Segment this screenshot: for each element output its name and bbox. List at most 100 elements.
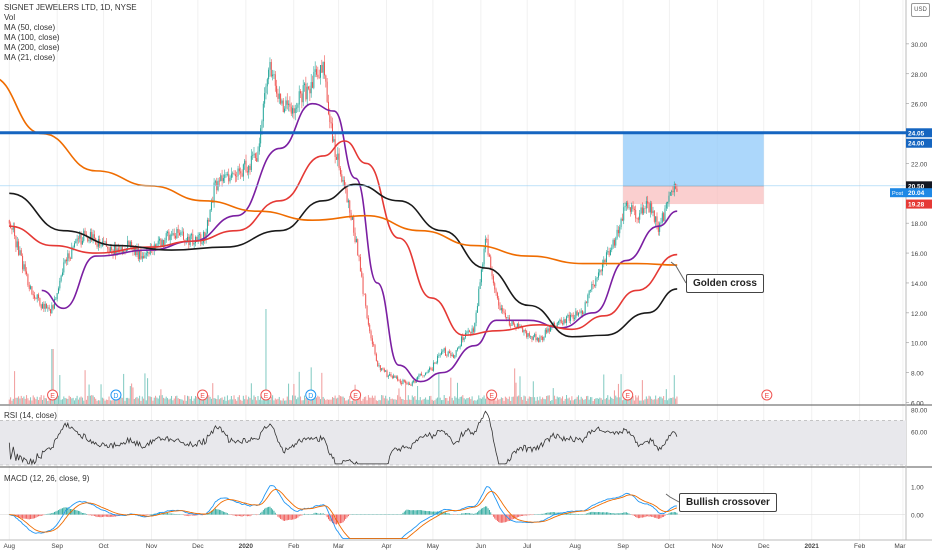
candle-body: [475, 312, 477, 323]
volume-bar: [256, 400, 258, 404]
golden-cross-annotation[interactable]: Golden cross: [686, 274, 764, 293]
time-tick-label: Feb: [288, 543, 300, 550]
candle-body: [462, 336, 464, 341]
candle-body: [312, 82, 314, 88]
candle-body: [246, 171, 248, 173]
macd-histogram-bar: [36, 514, 38, 517]
macd-histogram-bar: [334, 514, 336, 525]
macd-histogram-bar: [495, 514, 497, 520]
volume-bar: [579, 399, 581, 404]
candle-body: [254, 153, 256, 159]
volume-bar: [173, 398, 175, 404]
volume-bar: [426, 399, 428, 404]
volume-bar: [232, 399, 234, 404]
candle-body: [526, 331, 528, 337]
candle-body: [369, 324, 371, 332]
candle-body: [531, 336, 533, 340]
volume-bar: [274, 398, 276, 404]
candle-body: [633, 208, 635, 210]
candle-body: [371, 338, 373, 345]
macd-histogram-bar: [76, 510, 78, 515]
macd-histogram-bar: [79, 511, 81, 515]
macd-histogram-bar: [643, 514, 645, 518]
macd-histogram-bar: [613, 513, 615, 515]
macd-histogram-bar: [417, 510, 419, 515]
candle-body: [600, 270, 602, 272]
volume-bar: [176, 395, 178, 404]
macd-histogram-bar: [30, 514, 32, 519]
candle-body: [504, 312, 506, 318]
rsi-label[interactable]: RSI (14, close): [4, 411, 57, 420]
candle-body: [19, 250, 21, 255]
candle-body: [459, 346, 461, 348]
volume-bar: [302, 400, 304, 404]
candle-body: [253, 153, 255, 156]
candle-body: [387, 375, 389, 377]
candle-body: [470, 331, 472, 334]
volume-bar: [185, 400, 187, 404]
candle-body: [301, 93, 303, 103]
volume-bar: [290, 400, 292, 404]
volume-bar: [382, 395, 384, 404]
macd-label[interactable]: MACD (12, 26, close, 9): [4, 474, 89, 483]
candle-body: [449, 351, 451, 354]
macd-histogram-bar: [647, 514, 649, 517]
legend-vol[interactable]: Vol: [4, 13, 15, 22]
bullish-crossover-annotation[interactable]: Bullish crossover: [679, 493, 777, 512]
macd-histogram-bar: [413, 510, 415, 515]
candle-body: [370, 331, 372, 339]
macd-histogram-bar: [217, 509, 219, 515]
volume-bar: [369, 397, 371, 404]
candle-body: [278, 93, 280, 99]
volume-bar: [472, 400, 474, 404]
volume-bar: [156, 397, 158, 404]
macd-histogram-bar: [550, 512, 552, 515]
candle-body: [366, 305, 368, 319]
volume-bar: [591, 397, 593, 404]
candle-body: [406, 382, 408, 385]
volume-bar: [391, 398, 393, 404]
volume-bar: [241, 400, 243, 404]
candle-body: [615, 238, 617, 246]
volume-bar: [254, 396, 256, 404]
tag-resistance-alt: 24.00: [908, 141, 925, 148]
macd-histogram-bar: [277, 514, 279, 517]
candle-body: [607, 251, 609, 253]
macd-histogram-bar: [667, 514, 669, 515]
volume-bar: [301, 400, 303, 404]
candle-body: [48, 307, 50, 310]
macd-histogram-bar: [623, 512, 625, 515]
volume-bar: [419, 397, 421, 404]
volume-bar: [361, 400, 363, 404]
tag-stop: 19.28: [908, 202, 925, 209]
volume-bar: [623, 399, 625, 404]
volume-bar: [236, 400, 238, 404]
candle-body: [228, 174, 230, 182]
legend-ma21[interactable]: MA (21, close): [4, 53, 55, 62]
legend-ma50[interactable]: MA (50, close): [4, 23, 55, 32]
legend-ma100[interactable]: MA (100, close): [4, 33, 60, 42]
volume-bar: [611, 397, 613, 404]
candle-body: [250, 155, 252, 170]
volume-bar: [411, 395, 413, 404]
macd-histogram-bar: [54, 511, 55, 515]
candle-body: [42, 303, 44, 309]
macd-histogram-bar: [191, 514, 192, 516]
macd-histogram-bar: [73, 509, 75, 515]
candle-body: [282, 100, 284, 112]
legend-ma200[interactable]: MA (200, close): [4, 43, 60, 52]
volume-bar: [445, 398, 447, 404]
macd-histogram-bar: [548, 512, 550, 515]
volume-bar: [292, 395, 294, 404]
candle-body: [639, 213, 641, 220]
macd-histogram-bar: [649, 514, 651, 517]
candle-body: [528, 333, 530, 337]
volume-bar: [597, 398, 599, 404]
volume-bar: [522, 399, 524, 404]
macd-histogram-bar: [296, 514, 298, 519]
candle-body: [280, 93, 282, 104]
macd-histogram-bar: [42, 514, 43, 516]
time-tick-label: Jul: [523, 543, 532, 550]
volume-bar: [108, 396, 110, 404]
currency-badge[interactable]: USD: [911, 3, 930, 17]
